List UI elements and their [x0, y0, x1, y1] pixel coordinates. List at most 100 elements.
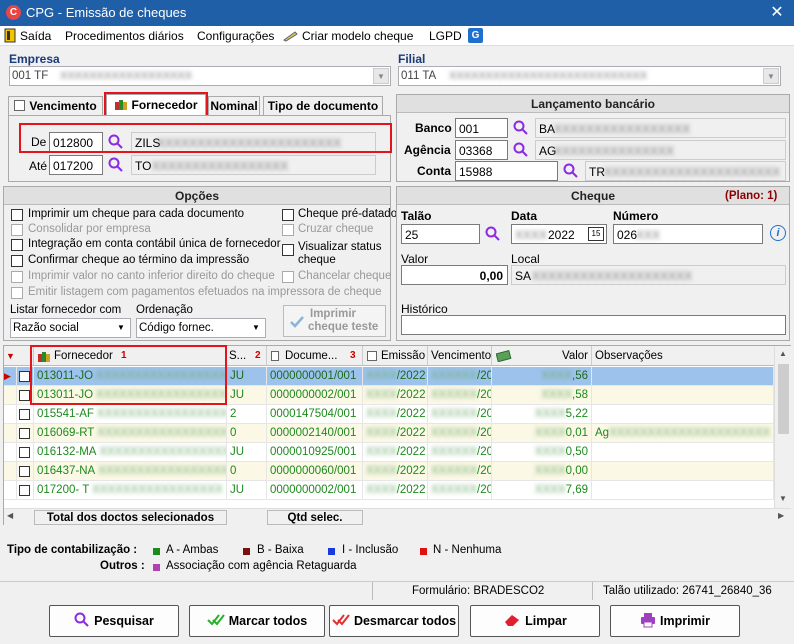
checkbox-imprimir-valor[interactable] — [11, 271, 23, 283]
cell-doc: 0000000001/001 — [267, 367, 363, 386]
checkbox-consolidar[interactable] — [11, 224, 23, 236]
cell-doc: 0000000002/001 — [267, 481, 363, 500]
cell-valor: XXXX,56 — [492, 367, 592, 386]
cell-s: 0 — [227, 462, 267, 481]
title-bar: C CPG - Emissão de cheques ✕ — [0, 0, 794, 26]
col-vencimento[interactable]: Vencimento — [428, 346, 492, 366]
print-test-button[interactable]: Imprimir cheque teste — [283, 305, 386, 337]
checkbox-confirmar[interactable] — [11, 255, 23, 267]
empresa-select[interactable]: 001 TF XXXXXXXXXXXXXXXXXX ▼ — [9, 66, 391, 86]
search-icon — [74, 612, 89, 627]
filial-select[interactable]: 011 TA XXXXXXXXXXXXXXXXXXXXXXXXXXX ▼ — [398, 66, 781, 86]
historico-input[interactable] — [401, 315, 786, 335]
agencia-input[interactable]: 03368 — [455, 140, 508, 160]
close-button[interactable]: ✕ — [766, 2, 788, 24]
numero-input[interactable]: 026 XXX — [613, 224, 763, 244]
search-icon[interactable] — [513, 142, 529, 158]
money-icon — [496, 350, 512, 362]
checkbox-chancelar[interactable] — [282, 271, 294, 283]
scroll-left-icon[interactable]: ◀ — [7, 511, 13, 520]
talao-status: Talão utilizado: 26741_26840_36 — [603, 585, 772, 597]
row-checkbox[interactable] — [17, 405, 34, 424]
tab-vencimento[interactable]: Vencimento — [8, 96, 103, 116]
scroll-up-icon[interactable]: ▲ — [779, 349, 787, 358]
scroll-right-icon[interactable]: ▶ — [778, 511, 784, 520]
scroll-down-icon[interactable]: ▼ — [779, 494, 787, 503]
listar-label: Listar fornecedor com — [10, 304, 122, 316]
col-s[interactable]: S... 2 — [227, 346, 267, 366]
row-marker — [4, 462, 17, 481]
row-checkbox[interactable] — [17, 424, 34, 443]
info-icon[interactable]: i — [770, 225, 786, 241]
table-row[interactable]: 016069-RT XXXXXXXXXXXXXXXXX 0 0000002140/00… — [4, 424, 774, 443]
row-checkbox[interactable] — [17, 462, 34, 481]
double-check-red-icon — [332, 614, 350, 626]
vertical-scrollbar[interactable]: ▲ ▼ — [774, 346, 791, 508]
conta-input[interactable]: 15988 — [455, 161, 558, 181]
cell-emissao: XXXX/2022 — [363, 405, 428, 424]
search-button[interactable]: Pesquisar — [49, 605, 179, 637]
cell-s: JU — [227, 443, 267, 462]
checkbox-imprimir-cada[interactable] — [11, 209, 23, 221]
cell-valor: XXXX0,01 — [492, 424, 592, 443]
cell-vencimento: XXXXXX/2022 — [428, 367, 492, 386]
cell-emissao: XXXX/2022 — [363, 386, 428, 405]
lgpd-icon[interactable]: G — [468, 28, 483, 43]
col-observacoes[interactable]: Observações — [592, 346, 774, 366]
checkbox-integracao[interactable] — [11, 239, 23, 251]
check-icon — [290, 316, 304, 328]
menu-lgpd[interactable]: LGPD — [429, 29, 462, 43]
highlight-tab — [104, 92, 208, 117]
menu-config[interactable]: Configurações — [197, 29, 274, 43]
cell-fornecedor: 016437-NA XXXXXXXXXXXXXXXXX — [34, 462, 227, 481]
col-valor[interactable]: Valor — [492, 346, 592, 366]
table-row[interactable]: 016132-MA XXXXXXXXXXXXXXXXX JU 0000010925/0… — [4, 443, 774, 462]
clear-button[interactable]: Limpar — [470, 605, 600, 637]
search-icon[interactable] — [563, 163, 579, 179]
cell-observacoes: AgXXXXXXXXXXXXXXXXXXXXX — [592, 424, 774, 443]
table-row[interactable]: 017200- T XXXXXXXXXXXXXXXXX JU 0000000002/0… — [4, 481, 774, 500]
scroll-thumb[interactable] — [778, 364, 789, 434]
print-button[interactable]: Imprimir — [610, 605, 740, 637]
search-icon[interactable] — [108, 157, 124, 173]
plano-label: (Plano: 1) — [725, 190, 778, 202]
fornecedor-ate-code[interactable]: 017200 — [49, 155, 103, 175]
cell-vencimento: XXXXXX/2022 — [428, 424, 492, 443]
filial-label: Filial — [398, 52, 426, 66]
cell-doc: 0000002140/001 — [267, 424, 363, 443]
menu-create-model[interactable]: Criar modelo cheque — [302, 29, 413, 43]
menu-exit[interactable]: Saída — [20, 29, 51, 43]
unmark-all-button[interactable]: Desmarcar todos — [329, 605, 459, 637]
status-bar: Formulário: BRADESCO2 Talão utilizado: 2… — [0, 581, 794, 600]
cheque-panel: Cheque (Plano: 1) Talão 25 Data XXXX 2022… — [396, 186, 790, 341]
ordenacao-select[interactable]: Código fornec. ▼ — [136, 318, 266, 338]
checkbox-emitir-listagem[interactable] — [11, 287, 23, 299]
banco-input[interactable]: 001 — [455, 118, 508, 138]
table-row[interactable]: 015541-AF XXXXXXXXXXXXXXXXX 2 0000147504/00… — [4, 405, 774, 424]
col-emissao[interactable]: Emissão — [363, 346, 428, 366]
grid-footer: ◀ Total dos doctos selecionados Qtd sele… — [4, 508, 791, 525]
tab-tipo-documento[interactable]: Tipo de documento — [263, 96, 383, 116]
checkbox-visualizar-status[interactable] — [282, 244, 294, 256]
talao-input[interactable]: 25 — [401, 224, 480, 244]
search-icon[interactable] — [485, 226, 501, 242]
data-input[interactable]: XXXX 2022 15 — [511, 224, 607, 244]
row-checkbox[interactable] — [17, 443, 34, 462]
row-checkbox[interactable] — [17, 481, 34, 500]
mark-all-button[interactable]: Marcar todos — [189, 605, 325, 637]
checkbox-cruzar[interactable] — [282, 224, 294, 236]
row-marker — [4, 424, 17, 443]
tab-nominal[interactable]: Nominal — [208, 96, 260, 116]
checkbox-pre-datado[interactable] — [282, 209, 294, 221]
chevron-down-icon: ▼ — [373, 68, 389, 84]
cell-s: 0 — [227, 424, 267, 443]
col-documento[interactable]: Docume... 3 — [267, 346, 363, 366]
table-row[interactable]: 016437-NA XXXXXXXXXXXXXXXXX 0 0000000060/00… — [4, 462, 774, 481]
search-icon[interactable] — [513, 120, 529, 136]
calendar-icon[interactable]: 15 — [588, 227, 604, 241]
listar-select[interactable]: Razão social ▼ — [10, 318, 131, 338]
cell-vencimento: XXXXXX/2022 — [428, 386, 492, 405]
cell-doc: 0000000002/001 — [267, 386, 363, 405]
valor-input[interactable]: 0,00 — [401, 265, 508, 285]
menu-daily[interactable]: Procedimentos diários — [65, 29, 184, 43]
